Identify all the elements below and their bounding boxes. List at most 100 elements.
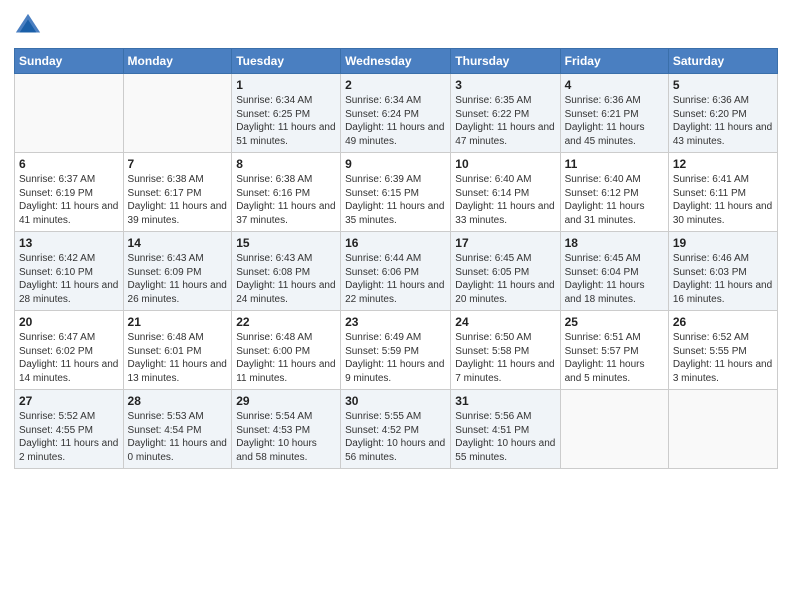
calendar-cell: 2 Sunrise: 6:34 AMSunset: 6:24 PMDaylight…	[341, 74, 451, 153]
day-number: 2	[345, 78, 446, 92]
day-number: 3	[455, 78, 555, 92]
day-number: 8	[236, 157, 336, 171]
calendar-body: 1 Sunrise: 6:34 AMSunset: 6:25 PMDaylight…	[15, 74, 778, 469]
day-info: Sunrise: 6:43 AMSunset: 6:08 PMDaylight:…	[236, 252, 336, 306]
day-info: Sunrise: 6:47 AMSunset: 6:02 PMDaylight:…	[19, 331, 119, 385]
weekday-header: Friday	[560, 49, 668, 74]
day-info: Sunrise: 6:36 AMSunset: 6:21 PMDaylight:…	[565, 94, 664, 148]
day-info: Sunrise: 6:48 AMSunset: 6:01 PMDaylight:…	[128, 331, 228, 385]
calendar-cell: 11Sunrise: 6:40 AMSunset: 6:12 PMDayligh…	[560, 153, 668, 232]
day-info: Sunrise: 6:36 AMSunset: 6:20 PMDaylight:…	[673, 94, 773, 148]
day-number: 11	[565, 157, 664, 171]
calendar-cell: 18Sunrise: 6:45 AMSunset: 6:04 PMDayligh…	[560, 232, 668, 311]
calendar-cell: 3 Sunrise: 6:35 AMSunset: 6:22 PMDaylight…	[451, 74, 560, 153]
weekday-header: Sunday	[15, 49, 124, 74]
day-info: Sunrise: 5:54 AMSunset: 4:53 PMDaylight:…	[236, 410, 336, 464]
calendar-week-row: 1 Sunrise: 6:34 AMSunset: 6:25 PMDaylight…	[15, 74, 778, 153]
day-info: Sunrise: 6:42 AMSunset: 6:10 PMDaylight:…	[19, 252, 119, 306]
calendar-cell: 24Sunrise: 6:50 AMSunset: 5:58 PMDayligh…	[451, 311, 560, 390]
calendar-cell: 14 Sunrise: 6:43 AMSunset: 6:09 PMDayligh…	[123, 232, 232, 311]
calendar-cell: 25 Sunrise: 6:51 AMSunset: 5:57 PMDayligh…	[560, 311, 668, 390]
day-number: 20	[19, 315, 119, 329]
calendar-cell	[123, 74, 232, 153]
calendar-cell: 9 Sunrise: 6:39 AMSunset: 6:15 PMDaylight…	[341, 153, 451, 232]
logo	[14, 10, 46, 40]
day-number: 15	[236, 236, 336, 250]
day-info: Sunrise: 6:45 AMSunset: 6:05 PMDaylight:…	[455, 252, 555, 306]
day-number: 28	[128, 394, 228, 408]
day-number: 7	[128, 157, 228, 171]
day-number: 16	[345, 236, 446, 250]
calendar-cell: 23 Sunrise: 6:49 AMSunset: 5:59 PMDayligh…	[341, 311, 451, 390]
day-info: Sunrise: 5:52 AMSunset: 4:55 PMDaylight:…	[19, 410, 119, 464]
calendar-cell	[668, 390, 777, 469]
day-info: Sunrise: 6:35 AMSunset: 6:22 PMDaylight:…	[455, 94, 555, 148]
day-number: 9	[345, 157, 446, 171]
calendar-header: SundayMondayTuesdayWednesdayThursdayFrid…	[15, 49, 778, 74]
day-info: Sunrise: 6:43 AMSunset: 6:09 PMDaylight:…	[128, 252, 228, 306]
calendar-cell: 8 Sunrise: 6:38 AMSunset: 6:16 PMDaylight…	[232, 153, 341, 232]
day-number: 25	[565, 315, 664, 329]
calendar-cell: 7Sunrise: 6:38 AMSunset: 6:17 PMDaylight…	[123, 153, 232, 232]
day-number: 26	[673, 315, 773, 329]
calendar-cell: 28Sunrise: 5:53 AMSunset: 4:54 PMDayligh…	[123, 390, 232, 469]
calendar-cell: 22 Sunrise: 6:48 AMSunset: 6:00 PMDayligh…	[232, 311, 341, 390]
day-number: 30	[345, 394, 446, 408]
day-number: 4	[565, 78, 664, 92]
day-info: Sunrise: 6:52 AMSunset: 5:55 PMDaylight:…	[673, 331, 773, 385]
weekday-header: Thursday	[451, 49, 560, 74]
calendar-week-row: 13 Sunrise: 6:42 AMSunset: 6:10 PMDayligh…	[15, 232, 778, 311]
day-number: 13	[19, 236, 119, 250]
day-number: 21	[128, 315, 228, 329]
weekday-header: Tuesday	[232, 49, 341, 74]
day-info: Sunrise: 6:34 AMSunset: 6:24 PMDaylight:…	[345, 94, 446, 148]
calendar-cell: 4 Sunrise: 6:36 AMSunset: 6:21 PMDaylight…	[560, 74, 668, 153]
day-info: Sunrise: 6:44 AMSunset: 6:06 PMDaylight:…	[345, 252, 446, 306]
day-info: Sunrise: 6:49 AMSunset: 5:59 PMDaylight:…	[345, 331, 446, 385]
calendar-cell: 27Sunrise: 5:52 AMSunset: 4:55 PMDayligh…	[15, 390, 124, 469]
day-info: Sunrise: 6:39 AMSunset: 6:15 PMDaylight:…	[345, 173, 446, 227]
day-info: Sunrise: 6:34 AMSunset: 6:25 PMDaylight:…	[236, 94, 336, 148]
calendar-cell: 16 Sunrise: 6:44 AMSunset: 6:06 PMDayligh…	[341, 232, 451, 311]
day-number: 29	[236, 394, 336, 408]
day-number: 18	[565, 236, 664, 250]
day-number: 17	[455, 236, 555, 250]
day-number: 5	[673, 78, 773, 92]
calendar-cell: 30 Sunrise: 5:55 AMSunset: 4:52 PMDayligh…	[341, 390, 451, 469]
calendar-cell: 15 Sunrise: 6:43 AMSunset: 6:08 PMDayligh…	[232, 232, 341, 311]
day-number: 12	[673, 157, 773, 171]
calendar-cell: 19Sunrise: 6:46 AMSunset: 6:03 PMDayligh…	[668, 232, 777, 311]
day-number: 1	[236, 78, 336, 92]
day-info: Sunrise: 5:56 AMSunset: 4:51 PMDaylight:…	[455, 410, 555, 464]
day-number: 23	[345, 315, 446, 329]
logo-icon	[14, 12, 42, 40]
day-number: 14	[128, 236, 228, 250]
calendar-cell: 6 Sunrise: 6:37 AMSunset: 6:19 PMDaylight…	[15, 153, 124, 232]
calendar-cell: 20 Sunrise: 6:47 AMSunset: 6:02 PMDayligh…	[15, 311, 124, 390]
weekday-header: Wednesday	[341, 49, 451, 74]
day-info: Sunrise: 6:37 AMSunset: 6:19 PMDaylight:…	[19, 173, 119, 227]
weekday-header: Monday	[123, 49, 232, 74]
day-number: 19	[673, 236, 773, 250]
day-info: Sunrise: 6:48 AMSunset: 6:00 PMDaylight:…	[236, 331, 336, 385]
calendar-cell: 5 Sunrise: 6:36 AMSunset: 6:20 PMDaylight…	[668, 74, 777, 153]
calendar-cell: 12 Sunrise: 6:41 AMSunset: 6:11 PMDayligh…	[668, 153, 777, 232]
day-info: Sunrise: 5:55 AMSunset: 4:52 PMDaylight:…	[345, 410, 446, 464]
calendar-page: SundayMondayTuesdayWednesdayThursdayFrid…	[0, 0, 792, 612]
calendar-cell	[15, 74, 124, 153]
calendar-cell: 21 Sunrise: 6:48 AMSunset: 6:01 PMDayligh…	[123, 311, 232, 390]
day-info: Sunrise: 6:38 AMSunset: 6:16 PMDaylight:…	[236, 173, 336, 227]
calendar-cell: 1 Sunrise: 6:34 AMSunset: 6:25 PMDaylight…	[232, 74, 341, 153]
day-info: Sunrise: 6:41 AMSunset: 6:11 PMDaylight:…	[673, 173, 773, 227]
day-number: 10	[455, 157, 555, 171]
day-info: Sunrise: 6:51 AMSunset: 5:57 PMDaylight:…	[565, 331, 664, 385]
day-number: 24	[455, 315, 555, 329]
calendar-cell: 10 Sunrise: 6:40 AMSunset: 6:14 PMDayligh…	[451, 153, 560, 232]
calendar-week-row: 20 Sunrise: 6:47 AMSunset: 6:02 PMDayligh…	[15, 311, 778, 390]
calendar-cell: 17 Sunrise: 6:45 AMSunset: 6:05 PMDayligh…	[451, 232, 560, 311]
day-info: Sunrise: 6:40 AMSunset: 6:14 PMDaylight:…	[455, 173, 555, 227]
day-number: 6	[19, 157, 119, 171]
calendar-week-row: 27Sunrise: 5:52 AMSunset: 4:55 PMDayligh…	[15, 390, 778, 469]
day-number: 22	[236, 315, 336, 329]
calendar-cell: 29 Sunrise: 5:54 AMSunset: 4:53 PMDayligh…	[232, 390, 341, 469]
